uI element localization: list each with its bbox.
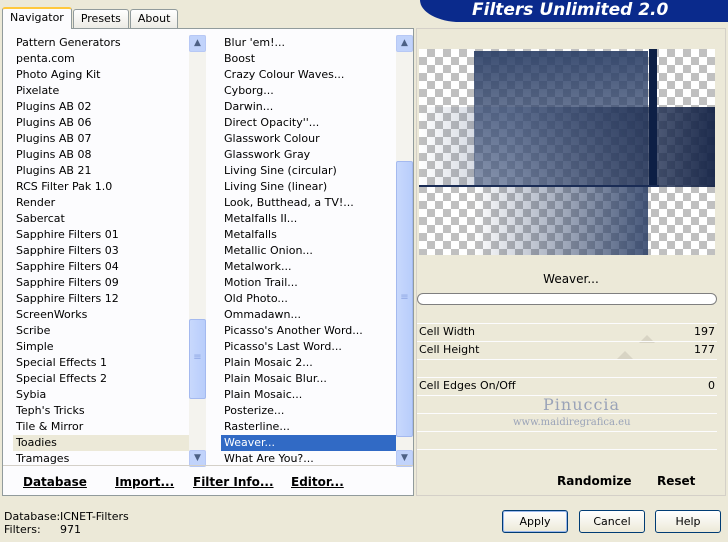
list-item[interactable]: Rasterline... bbox=[221, 419, 397, 435]
chevron-up-icon[interactable]: ▲ bbox=[189, 35, 206, 52]
list-item[interactable]: Darwin... bbox=[221, 99, 397, 115]
chevron-up-icon[interactable]: ▲ bbox=[396, 35, 413, 52]
list-item[interactable]: Plugins AB 21 bbox=[13, 163, 191, 179]
editor-button[interactable]: Editor... bbox=[291, 475, 344, 489]
filter-settings-panel: Weaver... Cell Width 197 Cell Height 177… bbox=[416, 28, 726, 496]
list-item[interactable]: Metallic Onion... bbox=[221, 243, 397, 259]
param-cell-edges[interactable]: Cell Edges On/Off 0 bbox=[417, 377, 717, 395]
settings-toolbar: Randomize Reset bbox=[417, 465, 725, 495]
category-list[interactable]: Pattern Generators penta.com Photo Aging K… bbox=[13, 35, 191, 467]
param-label: Cell Height bbox=[419, 343, 480, 356]
list-item[interactable]: Sapphire Filters 01 bbox=[13, 227, 191, 243]
list-item[interactable]: Living Sine (circular) bbox=[221, 163, 397, 179]
param-cell-width[interactable]: Cell Width 197 bbox=[417, 323, 717, 341]
list-item[interactable]: Living Sine (linear) bbox=[221, 179, 397, 195]
list-item[interactable]: Special Effects 1 bbox=[13, 355, 191, 371]
randomize-button[interactable]: Randomize bbox=[557, 474, 631, 488]
list-item[interactable]: Weaver... bbox=[221, 435, 397, 451]
filter-scrollbar[interactable]: ▲ ≡ ▼ bbox=[396, 35, 413, 467]
help-button[interactable]: Help bbox=[655, 510, 721, 533]
list-item[interactable]: Blur 'em!... bbox=[221, 35, 397, 51]
list-item[interactable]: Glasswork Colour bbox=[221, 131, 397, 147]
list-item[interactable]: RCS Filter Pak 1.0 bbox=[13, 179, 191, 195]
list-item[interactable]: Photo Aging Kit bbox=[13, 67, 191, 83]
reset-button[interactable]: Reset bbox=[657, 474, 695, 488]
category-scrollbar[interactable]: ▲ ≡ ▼ bbox=[189, 35, 206, 467]
list-item[interactable]: Plugins AB 02 bbox=[13, 99, 191, 115]
list-item[interactable]: Crazy Colour Waves... bbox=[221, 67, 397, 83]
list-item[interactable]: Ommadawn... bbox=[221, 307, 397, 323]
list-item[interactable]: Sapphire Filters 12 bbox=[13, 291, 191, 307]
list-item[interactable]: Metalwork... bbox=[221, 259, 397, 275]
list-item[interactable]: Picasso's Last Word... bbox=[221, 339, 397, 355]
list-item[interactable]: Sybia bbox=[13, 387, 191, 403]
list-item[interactable]: Tile & Mirror bbox=[13, 419, 191, 435]
list-item[interactable]: Plain Mosaic 2... bbox=[221, 355, 397, 371]
list-item[interactable]: Sapphire Filters 04 bbox=[13, 259, 191, 275]
tab-about[interactable]: About bbox=[129, 9, 179, 28]
list-item[interactable]: Metalfalls II... bbox=[221, 211, 397, 227]
param-value: 177 bbox=[694, 343, 715, 356]
list-item[interactable]: Boost bbox=[221, 51, 397, 67]
navigator-panel: Pattern Generators penta.com Photo Aging K… bbox=[2, 28, 414, 496]
list-item[interactable]: Pattern Generators bbox=[13, 35, 191, 51]
list-item[interactable]: Posterize... bbox=[221, 403, 397, 419]
list-item[interactable]: Picasso's Another Word... bbox=[221, 323, 397, 339]
watermark-url: www.maidiregrafica.eu bbox=[513, 417, 631, 428]
list-item[interactable]: Special Effects 2 bbox=[13, 371, 191, 387]
list-item[interactable]: Metalfalls bbox=[221, 227, 397, 243]
list-item[interactable]: Sapphire Filters 03 bbox=[13, 243, 191, 259]
list-item[interactable]: Teph's Tricks bbox=[13, 403, 191, 419]
list-item[interactable]: ScreenWorks bbox=[13, 307, 191, 323]
status-info: Database:ICNET-Filters Filters: 971 bbox=[4, 510, 129, 536]
status-database-value: ICNET-Filters bbox=[60, 510, 129, 523]
tab-navigator[interactable]: Navigator bbox=[2, 7, 72, 29]
status-filters-label: Filters: bbox=[4, 523, 41, 536]
param-label: Cell Edges On/Off bbox=[419, 379, 516, 392]
list-item[interactable]: Cyborg... bbox=[221, 83, 397, 99]
list-item[interactable]: Sapphire Filters 09 bbox=[13, 275, 191, 291]
app-title: Filters Unlimited 2.0 bbox=[472, 0, 669, 20]
cancel-button[interactable]: Cancel bbox=[579, 510, 645, 533]
filter-scroll-thumb[interactable]: ≡ bbox=[396, 161, 413, 437]
navigator-toolbar: Database Import... Filter Info... Editor… bbox=[3, 465, 413, 495]
list-item[interactable]: Motion Trail... bbox=[221, 275, 397, 291]
filter-info-button[interactable]: Filter Info... bbox=[193, 475, 274, 489]
list-item[interactable]: Plugins AB 08 bbox=[13, 147, 191, 163]
param-value: 0 bbox=[708, 379, 715, 392]
tab-presets[interactable]: Presets bbox=[72, 9, 129, 28]
list-item[interactable]: Plain Mosaic... bbox=[221, 387, 397, 403]
list-item[interactable]: Direct Opacity''... bbox=[221, 115, 397, 131]
slider-marker-icon[interactable] bbox=[617, 351, 633, 359]
list-item[interactable]: Plain Mosaic Blur... bbox=[221, 371, 397, 387]
apply-button[interactable]: Apply bbox=[502, 510, 568, 533]
list-item[interactable]: Pixelate bbox=[13, 83, 191, 99]
list-item[interactable]: Sabercat bbox=[13, 211, 191, 227]
list-item[interactable]: Plugins AB 07 bbox=[13, 131, 191, 147]
list-item[interactable]: Plugins AB 06 bbox=[13, 115, 191, 131]
list-item[interactable]: penta.com bbox=[13, 51, 191, 67]
list-item[interactable]: Scribe bbox=[13, 323, 191, 339]
filter-list[interactable]: Blur 'em!... Boost Crazy Colour Waves... Cy… bbox=[221, 35, 397, 467]
list-item[interactable]: Simple bbox=[13, 339, 191, 355]
import-button[interactable]: Import... bbox=[115, 475, 174, 489]
status-filters-value: 971 bbox=[60, 523, 81, 536]
list-item[interactable]: Toadies bbox=[13, 435, 191, 451]
param-label: Cell Width bbox=[419, 325, 476, 338]
status-database-label: Database: bbox=[4, 510, 61, 523]
tab-bar: Navigator Presets About bbox=[2, 6, 179, 29]
list-item[interactable]: Render bbox=[13, 195, 191, 211]
list-item[interactable]: Old Photo... bbox=[221, 291, 397, 307]
progress-bar bbox=[417, 293, 717, 305]
list-item[interactable]: Glasswork Gray bbox=[221, 147, 397, 163]
selected-filter-name: Weaver... bbox=[543, 272, 599, 286]
param-cell-height[interactable]: Cell Height 177 bbox=[417, 341, 717, 359]
category-scroll-thumb[interactable]: ≡ bbox=[189, 319, 206, 399]
param-value: 197 bbox=[694, 325, 715, 338]
list-item[interactable]: Look, Butthead, a TV!... bbox=[221, 195, 397, 211]
preview-image bbox=[419, 49, 715, 255]
database-button[interactable]: Database bbox=[23, 475, 87, 489]
watermark-name: Pinuccia bbox=[543, 395, 621, 414]
